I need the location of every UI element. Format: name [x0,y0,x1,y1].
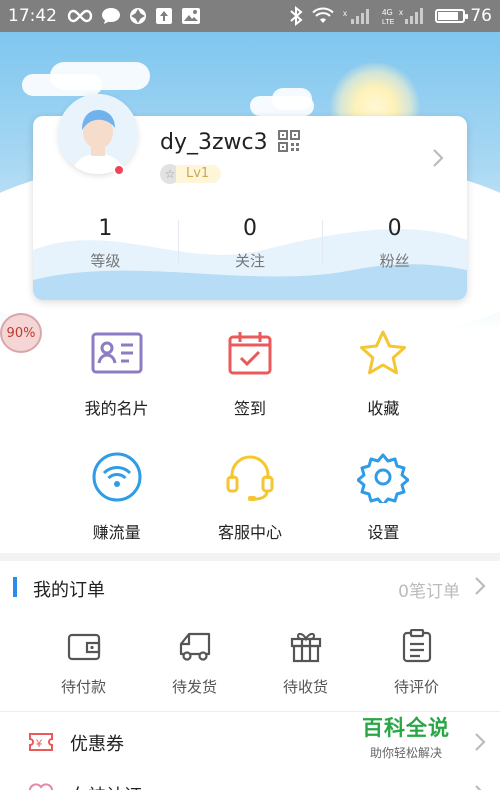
orders-count: 0笔订单 [398,582,460,602]
battery-icon [435,9,469,23]
section-accent-bar [13,577,17,597]
section-divider [0,553,500,561]
pinwheel-icon [130,8,146,24]
status-bar: 17:42 x 4G LTE x 76 [0,0,500,32]
stat-value: 0 [387,216,402,241]
stat-label: 等级 [90,252,121,270]
qr-code-icon[interactable] [278,130,300,152]
svg-text:¥: ¥ [35,738,43,750]
feature-label: 客服中心 [217,523,282,542]
watermark-subtitle: 助你轻松解决 [369,746,442,760]
order-label: 待发货 [171,678,217,696]
upload-icon [156,8,172,24]
heart-badge-icon [28,783,54,790]
user-avatar-icon [58,94,138,174]
chevron-right-icon[interactable] [432,148,444,168]
signal-icon: x [343,9,370,24]
level-badge: ☆ Lv1 [160,164,222,184]
username: dy_3zwc3 [160,130,268,155]
watermark-logo: 百科全说 助你轻松解决 [352,712,460,766]
star-icon [360,330,407,375]
cloud-decoration [272,88,312,110]
row-label: 女神认证 [70,782,142,790]
gift-box-icon [290,632,321,663]
calendar-check-icon [228,332,272,375]
order-status-row: 待付款 待发货 待收货 待评价 [28,626,472,697]
cloud-decoration [50,62,150,90]
battery-fill [438,12,459,20]
svg-text:LTE: LTE [382,19,395,26]
bluetooth-icon [290,6,303,26]
status-left-icons [67,7,201,25]
stat-label: 关注 [235,252,266,270]
feature-label: 收藏 [367,399,400,418]
stat-value: 1 [98,216,113,241]
feature-label: 签到 [233,399,266,418]
chevron-right-icon [475,733,486,751]
status-right-icons: x 4G LTE x 76 [289,0,492,32]
row-label: 优惠券 [70,734,124,755]
feature-label: 设置 [367,523,400,542]
truck-icon [179,632,210,661]
feature-earn-data[interactable]: 赚流量 [50,447,183,551]
feature-favorites[interactable]: 收藏 [317,323,450,427]
order-label: 待付款 [60,678,106,696]
svg-text:x: x [343,9,347,18]
feature-grid: 我的名片 签到 收藏 赚流量 客服中心 设置 [50,323,450,551]
menu-row-goddess-verify[interactable]: 女神认证 [0,770,500,790]
order-pending-review[interactable]: 待评价 [361,626,472,697]
watermark-title: 百科全说 [362,716,450,740]
feature-business-card[interactable]: 我的名片 [50,323,183,427]
wifi-icon [92,452,142,502]
image-icon [182,8,200,24]
gear-icon [357,453,410,503]
order-pending-payment[interactable]: 待付款 [28,626,139,697]
orders-title: 我的订单 [33,580,105,601]
clipboard-icon [402,629,431,663]
stat-level[interactable]: 1 等级 [33,216,178,271]
battery-percent: 76 [470,6,492,26]
infinity-icon [67,9,93,23]
lte-signal-icon: 4G LTE x [382,8,424,26]
svg-text:x: x [399,8,403,17]
orders-header[interactable]: 我的订单 0笔订单 [0,566,500,610]
stat-label: 粉丝 [379,252,410,270]
feature-checkin[interactable]: 签到 [183,323,316,427]
level-text: Lv1 [176,165,222,183]
stat-value: 0 [243,216,257,241]
battery-indicator: 76 [435,6,492,26]
floating-percent-badge[interactable]: 90% [0,313,42,353]
order-label: 待收货 [282,678,328,696]
headset-icon [226,455,274,501]
status-time: 17:42 [8,6,57,26]
feature-settings[interactable]: 设置 [317,447,450,551]
feature-label: 我的名片 [84,399,149,418]
profile-page: 17:42 x 4G LTE x 76 dy_3zwc3 ☆ Lv1 1 等级 … [0,0,500,790]
order-pending-shipment[interactable]: 待发货 [139,626,250,697]
stat-following[interactable]: 0 关注 [177,216,323,271]
wifi-icon [312,7,335,23]
feature-label: 赚流量 [92,523,141,542]
profile-stats: 1 等级 0 关注 0 粉丝 [33,216,467,271]
business-card-icon [91,332,143,374]
order-label: 待评价 [393,678,439,696]
coupon-icon: ¥ [29,733,53,751]
stat-followers[interactable]: 0 粉丝 [322,216,467,271]
chevron-right-icon [475,785,482,790]
chat-bubble-icon [102,8,120,24]
chevron-right-icon [475,577,486,595]
wallet-icon [67,633,100,661]
avatar[interactable] [58,94,138,174]
svg-text:4G: 4G [382,8,393,17]
feature-customer-service[interactable]: 客服中心 [183,447,316,551]
order-pending-receipt[interactable]: 待收货 [250,626,361,697]
online-status-dot [113,164,125,176]
